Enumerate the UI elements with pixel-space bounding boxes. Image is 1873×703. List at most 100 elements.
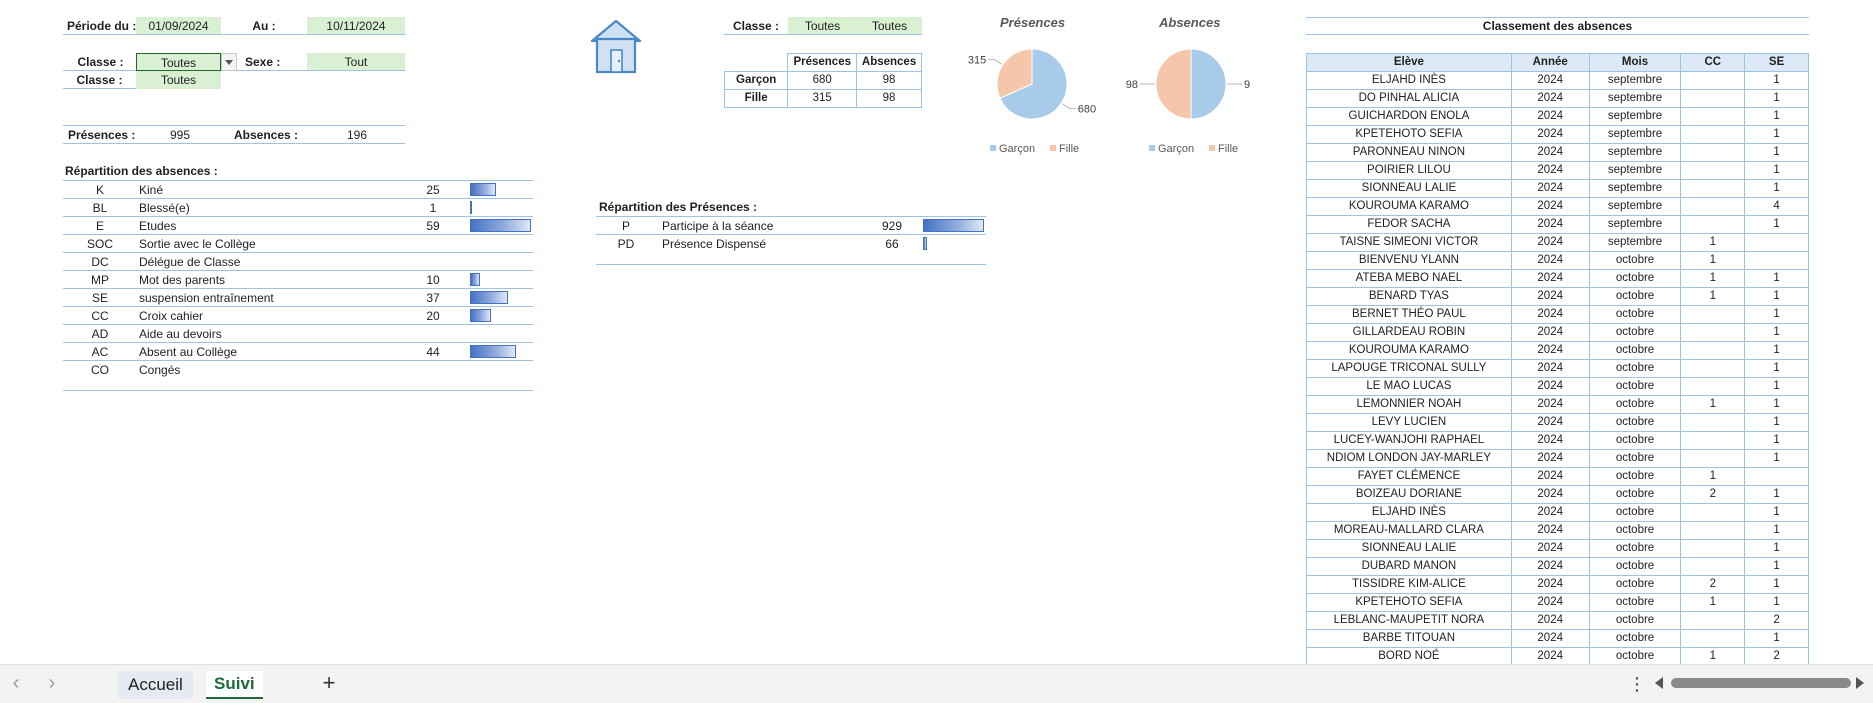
ranking-cell-mois[interactable]: octobre xyxy=(1588,503,1682,522)
sheet-tab-accueil[interactable]: Accueil xyxy=(118,671,193,699)
ranking-cell-eleve[interactable]: KPETEHOTO SEFIA xyxy=(1306,593,1512,612)
ranking-cell-annee[interactable]: 2024 xyxy=(1510,125,1590,144)
scroll-left-arrow-icon[interactable] xyxy=(1655,677,1663,689)
ranking-cell-eleve[interactable]: BIENVENU YLANN xyxy=(1306,251,1512,270)
ranking-cell-mois[interactable]: octobre xyxy=(1588,431,1682,450)
ranking-cell-eleve[interactable]: LEVY LUCIEN xyxy=(1306,413,1512,432)
ranking-cell-eleve[interactable]: KPETEHOTO SEFIA xyxy=(1306,125,1512,144)
ranking-cell-cc[interactable] xyxy=(1680,161,1746,180)
scroll-right-arrow-icon[interactable] xyxy=(1856,677,1864,689)
ranking-cell-se[interactable]: 1 xyxy=(1744,449,1809,468)
ranking-cell-se[interactable]: 1 xyxy=(1744,413,1809,432)
ranking-cell-eleve[interactable]: FAYET CLÉMENCE xyxy=(1306,467,1512,486)
ranking-cell-eleve[interactable]: SIONNEAU LALIE xyxy=(1306,179,1512,198)
ranking-cell-mois[interactable]: septembre xyxy=(1588,215,1682,234)
ranking-cell-eleve[interactable]: BENARD TYAS xyxy=(1306,287,1512,306)
ranking-cell-se[interactable]: 1 xyxy=(1744,143,1809,162)
ranking-cell-eleve[interactable]: PARONNEAU NINON xyxy=(1306,143,1512,162)
ranking-cell-se[interactable]: 4 xyxy=(1744,197,1809,216)
ranking-cell-cc[interactable] xyxy=(1680,431,1746,450)
ranking-cell-annee[interactable]: 2024 xyxy=(1510,593,1590,612)
ranking-cell-annee[interactable]: 2024 xyxy=(1510,557,1590,576)
ranking-cell-se[interactable]: 1 xyxy=(1744,161,1809,180)
ranking-cell-se[interactable]: 1 xyxy=(1744,305,1809,324)
ranking-cell-eleve[interactable]: KOUROUMA KARAMO xyxy=(1306,197,1512,216)
ranking-cell-eleve[interactable]: POIRIER LILOU xyxy=(1306,161,1512,180)
ranking-cell-mois[interactable]: octobre xyxy=(1588,467,1682,486)
ranking-cell-annee[interactable]: 2024 xyxy=(1510,467,1590,486)
ranking-cell-se[interactable]: 1 xyxy=(1744,71,1809,90)
ranking-cell-mois[interactable]: octobre xyxy=(1588,269,1682,288)
ranking-cell-cc[interactable]: 1 xyxy=(1680,251,1746,270)
ranking-cell-annee[interactable]: 2024 xyxy=(1510,107,1590,126)
ranking-cell-se[interactable]: 1 xyxy=(1744,521,1809,540)
ranking-cell-mois[interactable]: octobre xyxy=(1588,323,1682,342)
ranking-cell-cc[interactable] xyxy=(1680,71,1746,90)
ranking-cell-mois[interactable]: octobre xyxy=(1588,521,1682,540)
ranking-cell-cc[interactable] xyxy=(1680,557,1746,576)
ranking-cell-mois[interactable]: octobre xyxy=(1588,251,1682,270)
plus-icon[interactable]: + xyxy=(318,672,340,694)
ranking-cell-eleve[interactable]: BOIZEAU DORIANE xyxy=(1306,485,1512,504)
ranking-cell-annee[interactable]: 2024 xyxy=(1510,89,1590,108)
ranking-cell-cc[interactable]: 1 xyxy=(1680,467,1746,486)
ranking-cell-mois[interactable]: septembre xyxy=(1588,143,1682,162)
ranking-cell-mois[interactable]: octobre xyxy=(1588,647,1682,666)
ranking-cell-mois[interactable]: septembre xyxy=(1588,233,1682,252)
ranking-cell-annee[interactable]: 2024 xyxy=(1510,233,1590,252)
ranking-cell-eleve[interactable]: DUBARD MANON xyxy=(1306,557,1512,576)
ranking-cell-se[interactable] xyxy=(1744,467,1809,486)
ranking-cell-se[interactable]: 1 xyxy=(1744,431,1809,450)
ranking-cell-annee[interactable]: 2024 xyxy=(1510,449,1590,468)
ranking-cell-mois[interactable]: septembre xyxy=(1588,179,1682,198)
ranking-cell-se[interactable] xyxy=(1744,251,1809,270)
ranking-cell-eleve[interactable]: BARBE TITOUAN xyxy=(1306,629,1512,648)
ranking-cell-mois[interactable]: octobre xyxy=(1588,575,1682,594)
ranking-cell-se[interactable]: 1 xyxy=(1744,323,1809,342)
ranking-cell-se[interactable]: 1 xyxy=(1744,575,1809,594)
ranking-cell-annee[interactable]: 2024 xyxy=(1510,503,1590,522)
ranking-cell-mois[interactable]: octobre xyxy=(1588,305,1682,324)
ranking-cell-cc[interactable] xyxy=(1680,125,1746,144)
ranking-cell-cc[interactable] xyxy=(1680,503,1746,522)
chevron-right-icon[interactable]: › xyxy=(42,673,62,693)
ranking-cell-mois[interactable]: octobre xyxy=(1588,287,1682,306)
sheet-tab-suivi[interactable]: Suivi xyxy=(206,671,263,699)
summary-classe-value-2[interactable]: Toutes xyxy=(857,17,922,35)
ranking-cell-mois[interactable]: octobre xyxy=(1588,413,1682,432)
summary-classe-value-1[interactable]: Toutes xyxy=(788,17,857,35)
ranking-cell-eleve[interactable]: BORD NOÉ xyxy=(1306,647,1512,666)
ranking-cell-eleve[interactable]: NDIOM LONDON JAY-MARLEY xyxy=(1306,449,1512,468)
ranking-cell-annee[interactable]: 2024 xyxy=(1510,431,1590,450)
ranking-cell-se[interactable]: 1 xyxy=(1744,359,1809,378)
ranking-cell-se[interactable]: 1 xyxy=(1744,539,1809,558)
ranking-cell-mois[interactable]: octobre xyxy=(1588,359,1682,378)
ranking-cell-annee[interactable]: 2024 xyxy=(1510,521,1590,540)
ranking-cell-annee[interactable]: 2024 xyxy=(1510,197,1590,216)
ranking-cell-eleve[interactable]: GILLARDEAU ROBIN xyxy=(1306,323,1512,342)
ranking-cell-eleve[interactable]: ELJAHD INÈS xyxy=(1306,503,1512,522)
more-options-icon[interactable]: ⋮ xyxy=(1628,674,1646,694)
ranking-cell-annee[interactable]: 2024 xyxy=(1510,539,1590,558)
ranking-cell-annee[interactable]: 2024 xyxy=(1510,305,1590,324)
ranking-cell-se[interactable]: 1 xyxy=(1744,395,1809,414)
ranking-cell-annee[interactable]: 2024 xyxy=(1510,269,1590,288)
ranking-cell-se[interactable]: 1 xyxy=(1744,557,1809,576)
ranking-cell-annee[interactable]: 2024 xyxy=(1510,215,1590,234)
ranking-cell-cc[interactable] xyxy=(1680,413,1746,432)
ranking-cell-mois[interactable]: septembre xyxy=(1588,125,1682,144)
ranking-cell-cc[interactable] xyxy=(1680,179,1746,198)
ranking-cell-annee[interactable]: 2024 xyxy=(1510,395,1590,414)
ranking-cell-mois[interactable]: octobre xyxy=(1588,593,1682,612)
ranking-cell-cc[interactable] xyxy=(1680,305,1746,324)
ranking-cell-mois[interactable]: septembre xyxy=(1588,197,1682,216)
ranking-cell-annee[interactable]: 2024 xyxy=(1510,161,1590,180)
ranking-cell-annee[interactable]: 2024 xyxy=(1510,323,1590,342)
ranking-col-mois[interactable]: Mois xyxy=(1588,53,1682,72)
ranking-cell-mois[interactable]: octobre xyxy=(1588,539,1682,558)
ranking-cell-se[interactable]: 1 xyxy=(1744,485,1809,504)
ranking-cell-annee[interactable]: 2024 xyxy=(1510,179,1590,198)
ranking-col-annee[interactable]: Année xyxy=(1510,53,1590,72)
ranking-cell-annee[interactable]: 2024 xyxy=(1510,251,1590,270)
ranking-cell-mois[interactable]: septembre xyxy=(1588,89,1682,108)
